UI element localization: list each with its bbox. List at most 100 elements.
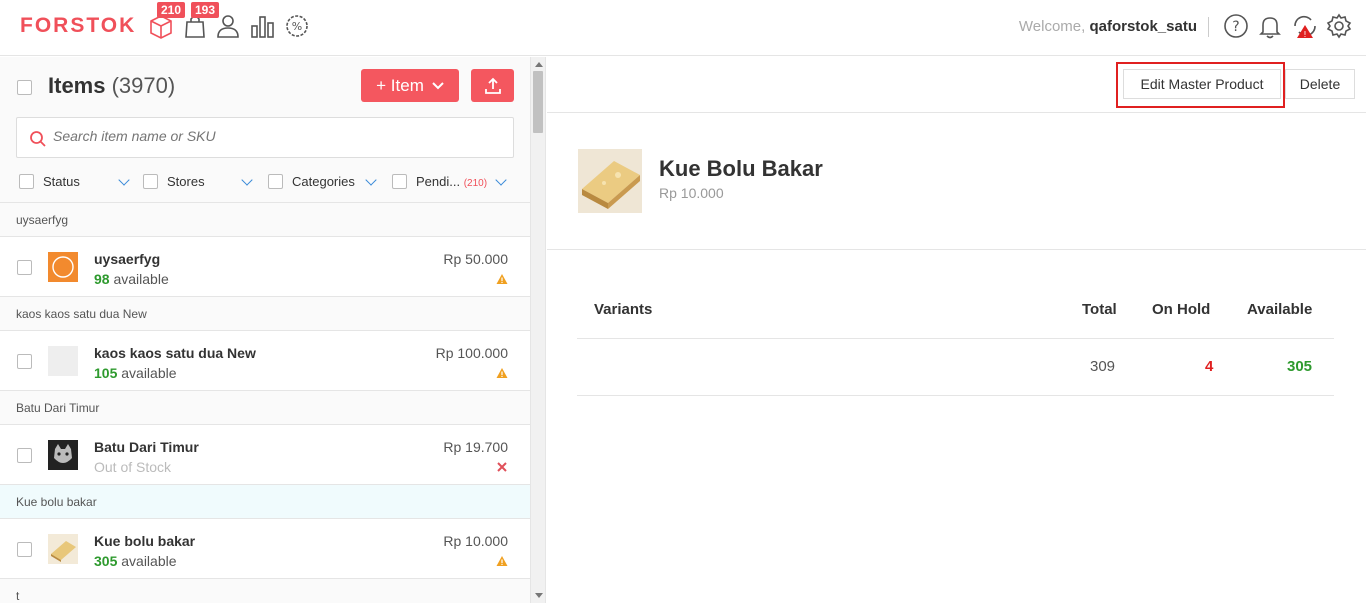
item-name: Batu Dari Timur <box>94 439 199 455</box>
scroll-down-arrow[interactable] <box>535 593 543 598</box>
item-price: Rp 19.700 <box>443 439 508 455</box>
list-item[interactable]: Batu Dari Timur Out of Stock Rp 19.700 <box>0 425 530 485</box>
username: qaforstok_satu <box>1089 18 1197 35</box>
available-cell: 305 <box>1287 358 1313 375</box>
warning-icon <box>496 274 508 284</box>
group-heading[interactable]: Batu Dari Timur <box>0 391 530 425</box>
warning-icon <box>496 368 508 378</box>
bar-chart-icon <box>251 16 274 38</box>
search-icon <box>30 131 46 147</box>
chevron-down-icon <box>241 174 253 186</box>
column-header-on-hold: On Hold <box>1152 301 1211 318</box>
bell-icon <box>1259 17 1281 39</box>
product-name: Kue Bolu Bakar <box>659 156 823 181</box>
row-checkbox[interactable] <box>17 448 32 463</box>
divider <box>547 249 1366 250</box>
reports-nav[interactable] <box>249 12 277 40</box>
row-checkbox[interactable] <box>17 260 32 275</box>
sync-warning-icon: ! <box>1294 15 1316 39</box>
item-availability: 105 available <box>94 365 177 381</box>
item-price: Rp 100.000 <box>435 345 508 361</box>
close-icon <box>497 462 507 472</box>
scroll-thumb[interactable] <box>533 71 543 133</box>
filter-status[interactable]: Status <box>19 172 134 192</box>
products-nav[interactable]: 210 <box>147 2 186 40</box>
filter-categories[interactable]: Categories <box>268 172 380 192</box>
group-heading[interactable]: uysaerfyg <box>0 203 530 237</box>
item-name: uysaerfyg <box>94 251 161 267</box>
help-button[interactable]: ? <box>1222 12 1250 40</box>
product-image <box>578 149 642 213</box>
product-price: Rp 10.000 <box>659 185 724 201</box>
on-hold-cell: 4 <box>1205 358 1214 375</box>
column-header-variants: Variants <box>594 301 653 318</box>
item-price: Rp 50.000 <box>443 251 508 267</box>
detail-toolbar: Edit Master Product Delete <box>547 57 1366 113</box>
item-availability: 305 available <box>94 553 177 569</box>
filter-categories-checkbox[interactable] <box>268 174 283 189</box>
customers-nav[interactable] <box>214 12 242 40</box>
svg-text:%: % <box>292 20 302 33</box>
row-checkbox[interactable] <box>17 542 32 557</box>
gear-icon <box>1326 13 1352 39</box>
list-item[interactable]: uysaerfyg 98 available Rp 50.000 <box>0 237 530 297</box>
item-price: Rp 10.000 <box>443 533 508 549</box>
sync-button[interactable]: ! <box>1291 12 1319 40</box>
item-name: Kue bolu bakar <box>94 533 196 549</box>
items-count: (3970) <box>111 73 176 98</box>
filter-status-checkbox[interactable] <box>19 174 34 189</box>
chevron-down-icon <box>118 174 130 186</box>
item-availability: Out of Stock <box>94 459 172 475</box>
item-availability: 98 available <box>94 271 169 287</box>
filter-pending[interactable]: Pendi... (210) <box>392 172 512 192</box>
group-heading[interactable]: Kue bolu bakar <box>0 485 530 519</box>
discount-icon: % <box>286 15 308 37</box>
help-icon: ? <box>1224 14 1248 38</box>
cat-photo-thumbnail <box>48 440 78 470</box>
column-header-available: Available <box>1247 301 1313 318</box>
export-button[interactable] <box>471 69 514 102</box>
filter-stores-checkbox[interactable] <box>143 174 158 189</box>
edit-master-product-button[interactable]: Edit Master Product <box>1123 69 1281 99</box>
scroll-up-arrow[interactable] <box>535 62 543 67</box>
top-bar: FORSTOK 210 193 % Welcome, qaforstok_sat… <box>0 0 1366 56</box>
notifications-button[interactable] <box>1256 12 1284 40</box>
welcome-text: Welcome, qaforstok_satu <box>1018 18 1197 35</box>
divider <box>1208 17 1209 37</box>
search-input[interactable] <box>53 128 493 144</box>
promotions-nav[interactable]: % <box>283 12 311 40</box>
settings-button[interactable] <box>1325 12 1353 40</box>
lazada-logo-thumbnail <box>48 252 78 282</box>
chevron-down-icon <box>365 174 377 186</box>
total-cell: 309 <box>1090 358 1116 375</box>
placeholder-thumbnail <box>48 346 78 376</box>
select-all-checkbox[interactable] <box>17 80 32 95</box>
forstok-logo[interactable]: FORSTOK <box>20 14 136 38</box>
cake-photo-thumbnail <box>48 534 78 564</box>
list-item[interactable]: Kue bolu bakar 305 available Rp 10.000 <box>0 519 530 579</box>
warning-icon <box>496 556 508 566</box>
list-item[interactable]: kaos kaos satu dua New 105 available Rp … <box>0 331 530 391</box>
svg-text:?: ? <box>1232 19 1239 35</box>
orders-nav[interactable]: 193 <box>181 2 220 40</box>
svg-text:!: ! <box>1303 30 1306 39</box>
filter-pending-checkbox[interactable] <box>392 174 407 189</box>
user-icon <box>217 15 239 38</box>
delete-button[interactable]: Delete <box>1285 69 1355 99</box>
chevron-down-icon <box>432 81 444 89</box>
group-heading[interactable]: kaos kaos satu dua New <box>0 297 530 331</box>
product-detail-panel: Edit Master Product Delete Kue Bolu Baka… <box>547 57 1366 603</box>
search-box[interactable] <box>16 117 514 158</box>
column-header-total: Total <box>1082 301 1117 318</box>
upload-icon <box>484 77 501 94</box>
divider <box>577 395 1334 396</box>
page-title: Items (3970) <box>48 73 176 98</box>
scrollbar[interactable] <box>531 57 546 603</box>
row-checkbox[interactable] <box>17 354 32 369</box>
add-item-button[interactable]: + Item <box>361 69 459 102</box>
filter-stores[interactable]: Stores <box>143 172 255 192</box>
chevron-down-icon <box>495 174 507 186</box>
item-name: kaos kaos satu dua New <box>94 345 256 361</box>
items-panel: Items (3970) + Item Status Stores Catego… <box>0 57 531 603</box>
group-heading[interactable]: t <box>0 579 530 603</box>
